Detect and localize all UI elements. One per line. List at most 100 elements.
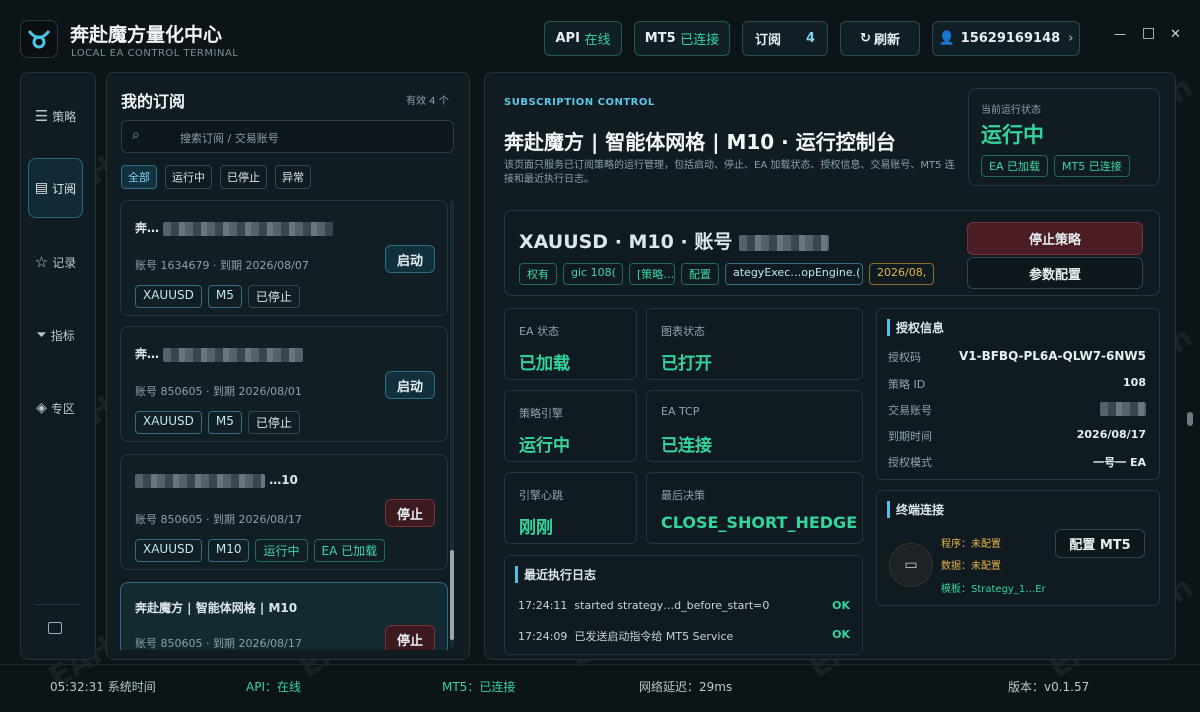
status-mt5: MT5：已连接 (442, 680, 516, 694)
filter-running[interactable]: 运行中 (165, 165, 212, 189)
chip: 权有 (519, 263, 557, 285)
subscription-card-selected[interactable]: 奔赴魔方 | 智能体网格 | M10 账号 850605 · 到期 2026/0… (120, 582, 448, 650)
mt5-status-pill[interactable]: MT5 已连接 (634, 21, 730, 56)
app-subtitle: LOCAL EA CONTROL TERMINAL (71, 48, 239, 59)
mt5-connected-badge: MT5 已连接 (1053, 155, 1130, 177)
sidebar-item-label: 专区 (50, 401, 75, 416)
stat-label: EA 状态 (519, 325, 559, 338)
stat-label: EA TCP (661, 405, 700, 418)
stat-chart-status: 图表状态 已打开 (646, 308, 863, 380)
valid-count: 有效 4 个 (406, 96, 449, 107)
stat-ea-tcp: EA TCP 已连接 (646, 390, 863, 462)
card-title: …10 (135, 473, 298, 488)
start-button[interactable]: 启动 (385, 245, 435, 273)
sidebar-divider (34, 604, 80, 605)
chip: gic 108( (563, 263, 623, 285)
card-account: 账号 850605 · 到期 2026/08/17 (135, 637, 302, 650)
chevron-right-icon: › (1068, 31, 1074, 46)
subscription-card[interactable]: 奔… 账号 1634679 · 到期 2026/08/07 启动 XAUUSD … (120, 200, 448, 316)
sidebar-item-indicators[interactable]: ⏷ 指标 (28, 305, 83, 365)
auth-row-code: 授权码 V1-BFBQ-PL6A-QLW7-6NW5 (888, 349, 1146, 364)
subscription-count-pill[interactable]: 订阅 4 (742, 21, 828, 56)
api-status-pill[interactable]: API 在线 (544, 21, 622, 56)
card-title: 奔赴魔方 | 智能体网格 | M10 (135, 601, 298, 615)
symbol-tag: XAUUSD (135, 285, 202, 308)
chip: [策略… (629, 263, 675, 285)
subscription-list: 奔… 账号 1634679 · 到期 2026/08/07 启动 XAUUSD … (106, 198, 450, 650)
run-status-box: 当前运行状态 运行中 EA 已加载 MT5 已连接 (968, 88, 1160, 186)
filter-all[interactable]: 全部 (121, 165, 157, 189)
status-version: 版本：v0.1.57 (1008, 680, 1090, 694)
log-row: 17:24:09 已发送启动指令给 MT5 Service OK (518, 628, 850, 644)
sidebar-item-label: 指标 (50, 328, 75, 343)
document-icon: ▤ (34, 180, 49, 196)
filter-bar: 全部 运行中 已停止 异常 (121, 165, 311, 189)
subscriptions-title: 我的订阅 (121, 92, 186, 111)
symbol-tag: XAUUSD (135, 411, 202, 434)
stat-ea-status: EA 状态 已加载 (504, 308, 637, 380)
status-value: 运行中 (981, 123, 1044, 147)
log-status: OK (832, 628, 850, 641)
card-tags: XAUUSD M5 已停止 (135, 411, 300, 434)
sidebar-item-subscription[interactable]: ▤ 订阅 (28, 158, 83, 218)
timeframe-tag: M5 (207, 285, 242, 308)
subscription-card[interactable]: …10 账号 850605 · 到期 2026/08/17 停止 XAUUSD … (120, 454, 448, 570)
sidebar-item-strategy[interactable]: ☰ 策略 (28, 86, 83, 146)
filter-error[interactable]: 异常 (275, 165, 311, 189)
status-label: 当前运行状态 (981, 105, 1041, 116)
search-icon: ⌕ (132, 127, 140, 143)
sidebar-item-records[interactable]: ☆ 记录 (28, 232, 83, 292)
ea-tag: EA 已加载 (313, 539, 386, 562)
status-badges: EA 已加载 MT5 已连接 (981, 155, 1130, 177)
user-icon: 👤 (938, 31, 955, 46)
symbol-tag: XAUUSD (135, 539, 202, 562)
filter-stopped[interactable]: 已停止 (220, 165, 267, 189)
mt5-status: 已连接 (680, 33, 720, 48)
minimize-button[interactable]: — (1114, 27, 1126, 41)
ea-loaded-badge: EA 已加载 (981, 155, 1048, 177)
template-row: 模板：Strategy_1…Er (941, 584, 1046, 595)
parameter-config-button[interactable]: 参数配置 (967, 257, 1143, 289)
status-api: API：在线 (246, 680, 301, 694)
system-time: 05:32:31 系统时间 (50, 680, 156, 694)
refresh-button[interactable]: ↻ 刷新 (840, 21, 920, 56)
data-row: 数据：未配置 (941, 561, 1001, 572)
program-row: 程序：未配置 (941, 539, 1001, 550)
subscription-card[interactable]: 奔… 账号 850605 · 到期 2026/08/01 启动 XAUUSD M… (120, 326, 448, 442)
subscription-label: 订阅 (755, 33, 782, 48)
configure-mt5-button[interactable]: 配置 MT5 (1055, 529, 1145, 558)
layers-icon: ◈ (36, 400, 47, 416)
sidebar-item-label: 订阅 (52, 181, 77, 196)
stat-value: CLOSE_SHORT_HEDGE (661, 513, 858, 532)
timeframe-tag: M5 (207, 411, 242, 434)
start-button[interactable]: 启动 (385, 371, 435, 399)
log-title: 最近执行日志 (515, 566, 596, 583)
card-tags: XAUUSD M10 运行中 EA 已加载 (135, 539, 386, 562)
sidebar-item-zone[interactable]: ◈ 专区 (28, 378, 83, 438)
card-account: 账号 850605 · 到期 2026/08/17 (135, 513, 302, 526)
stop-button[interactable]: 停止 (385, 499, 435, 527)
panel-toggle-icon[interactable] (48, 622, 62, 634)
control-description: 该页面只服务已订阅策略的运行管理，包括启动、停止、EA 加载状态、授权信息、交易… (504, 160, 955, 185)
auth-row-expiry: 到期时间 2026/08/17 (888, 428, 1146, 443)
stat-value: 已连接 (661, 436, 712, 456)
maximize-button[interactable]: □ (1142, 25, 1155, 41)
chip: 配置 (681, 263, 719, 285)
search-input[interactable]: ⌕ 搜索订阅 / 交易账号 (121, 120, 454, 153)
control-eyebrow: SUBSCRIPTION CONTROL (504, 97, 655, 108)
strategy-title: XAUUSD · M10 · 账号 (519, 227, 829, 254)
sidebar-item-label: 记录 (52, 255, 77, 270)
close-button[interactable]: ✕ (1170, 27, 1181, 42)
status-latency: 网络延迟：29ms (639, 680, 733, 694)
user-account-button[interactable]: 👤 15629169148 › (932, 21, 1080, 56)
terminal-card: 终端连接 ▭ 程序：未配置 数据：未配置 模板：Strategy_1…Er 配置… (876, 490, 1160, 606)
list-scrollbar[interactable] (450, 200, 454, 648)
main-scrollbar[interactable] (1187, 412, 1193, 426)
card-account: 账号 1634679 · 到期 2026/08/07 (135, 259, 309, 272)
log-message: 已发送启动指令给 MT5 Service (574, 630, 734, 643)
chip: 2026/08, (869, 263, 935, 285)
stat-last-decision: 最后决策 CLOSE_SHORT_HEDGE (646, 472, 863, 544)
auth-row-mode: 授权模式 一号一 EA (888, 456, 1146, 469)
stop-button[interactable]: 停止 (385, 625, 435, 650)
stop-strategy-button[interactable]: 停止策略 (967, 222, 1143, 255)
